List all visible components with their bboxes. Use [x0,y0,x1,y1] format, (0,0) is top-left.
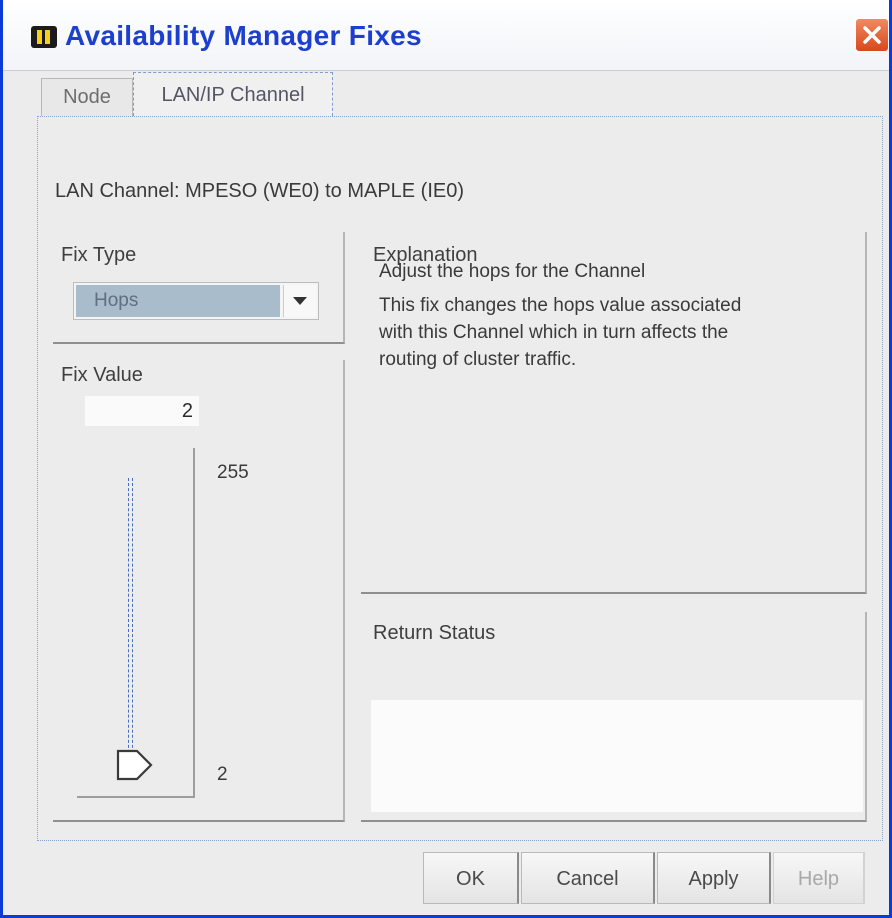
close-button[interactable] [855,18,889,52]
explanation-line: with this Channel which in turn affects … [379,322,729,343]
explanation-line: This fix changes the hops value associat… [379,295,742,316]
dialog-window: Availability Manager Fixes Node LAN/IP C… [0,0,892,918]
hops-slider-thumb[interactable] [115,748,155,787]
fix-value-label: Fix Value [61,364,143,386]
ok-button[interactable]: OK [423,852,519,904]
slider-max-label: 255 [217,462,249,483]
fix-type-label: Fix Type [61,244,137,266]
close-icon [863,26,881,44]
explanation-group [361,232,867,594]
chevron-down-icon[interactable] [283,285,316,317]
channel-label: LAN Channel: MPESO (WE0) to MAPLE (IE0) [55,180,465,202]
window-title: Availability Manager Fixes [65,20,422,51]
explanation-line: routing of cluster traffic. [379,349,577,370]
slider-thumb-icon [116,749,153,781]
tab-node[interactable]: Node [41,78,133,116]
fix-type-selected: Hops [76,285,280,317]
slider-min-label: 2 [217,764,228,785]
hops-slider-track[interactable] [128,478,133,768]
fix-type-dropdown[interactable]: Hops [73,282,319,320]
return-status-label: Return Status [373,622,496,644]
tab-lan-ip-channel[interactable]: LAN/IP Channel [133,72,333,116]
fix-value-field[interactable]: 2 [85,396,199,426]
app-icon [31,26,57,48]
title-bar[interactable]: Availability Manager Fixes [3,0,889,71]
return-status-area [371,700,863,812]
slider-well [77,448,195,798]
explanation-heading: Adjust the hops for the Channel [379,261,646,282]
cancel-button[interactable]: Cancel [521,852,655,904]
apply-button[interactable]: Apply [657,852,771,904]
help-button[interactable]: Help [773,852,865,904]
